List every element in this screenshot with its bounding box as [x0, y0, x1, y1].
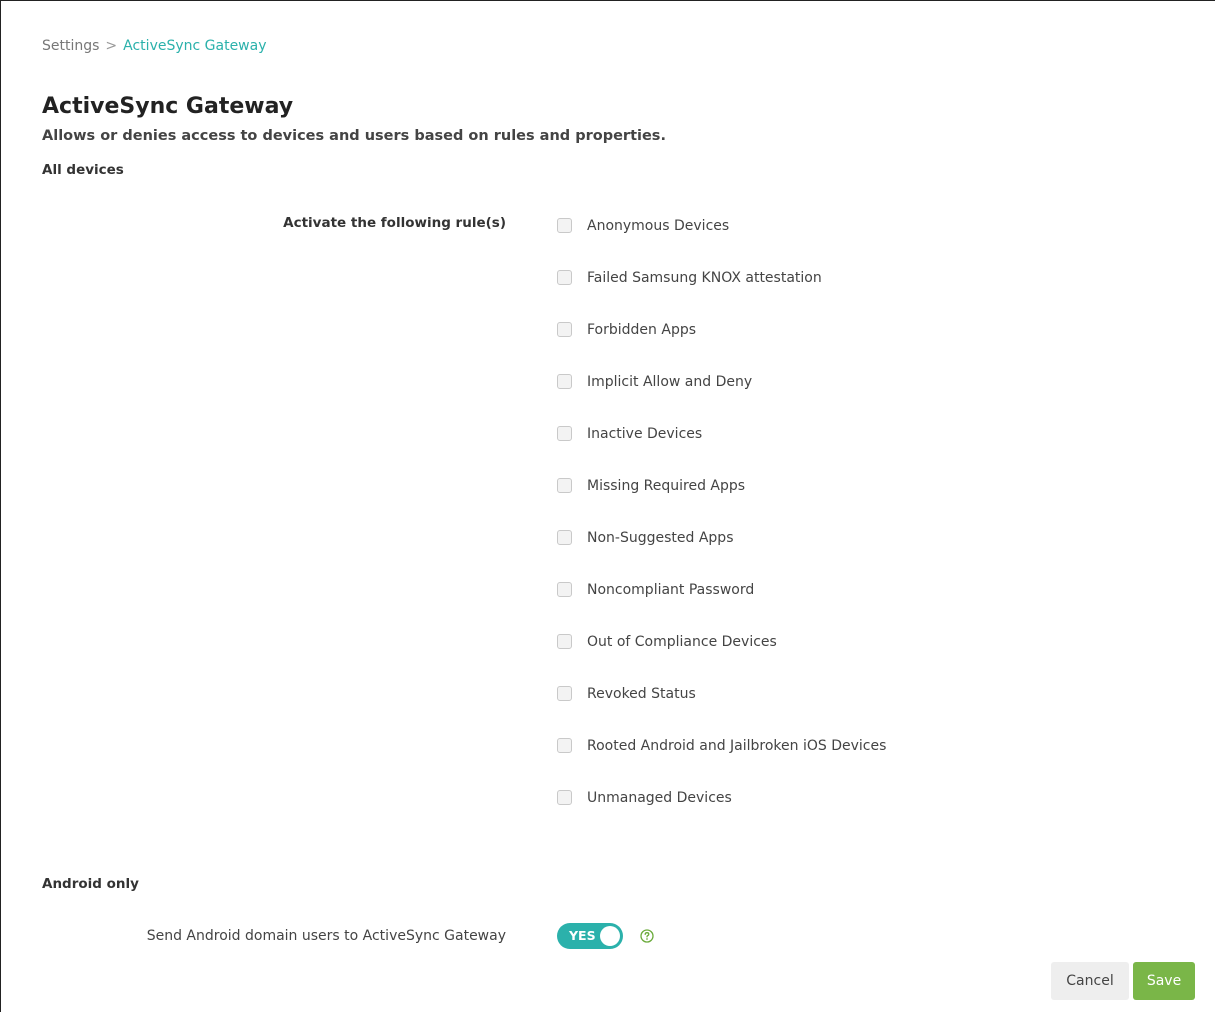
rule-label: Inactive Devices: [587, 426, 703, 442]
question-circle-icon[interactable]: [640, 929, 654, 943]
rule-rooted-android-jailbroken-ios[interactable]: Rooted Android and Jailbroken iOS Device…: [557, 737, 886, 789]
rule-label: Rooted Android and Jailbroken iOS Device…: [587, 738, 887, 754]
page-title: ActiveSync Gateway: [42, 94, 294, 119]
rule-label: Unmanaged Devices: [587, 790, 732, 806]
page-frame: Settings > ActiveSync Gateway ActiveSync G…: [0, 0, 1215, 1012]
rule-label: Missing Required Apps: [587, 478, 746, 494]
toggle-state-text: YES: [569, 928, 596, 943]
rule-failed-samsung-knox-attestation[interactable]: Failed Samsung KNOX attestation: [557, 269, 886, 321]
rule-label: Anonymous Devices: [587, 218, 730, 234]
rule-checkbox[interactable]: [557, 322, 572, 337]
rule-implicit-allow-and-deny[interactable]: Implicit Allow and Deny: [557, 373, 886, 425]
rules-label: Activate the following rule(s): [283, 215, 506, 231]
rule-label: Implicit Allow and Deny: [587, 374, 753, 390]
toggle-knob: [600, 926, 620, 946]
rule-inactive-devices[interactable]: Inactive Devices: [557, 425, 886, 477]
rule-checkbox[interactable]: [557, 218, 572, 233]
rule-label: Forbidden Apps: [587, 322, 697, 338]
rule-checkbox[interactable]: [557, 738, 572, 753]
send-domain-users-toggle[interactable]: YES: [557, 923, 623, 949]
rule-label: Revoked Status: [587, 686, 696, 702]
rule-label: Failed Samsung KNOX attestation: [587, 270, 822, 286]
rule-checkbox[interactable]: [557, 790, 572, 805]
breadcrumb-separator: >: [105, 38, 118, 54]
breadcrumb: Settings > ActiveSync Gateway: [42, 37, 267, 55]
rule-revoked-status[interactable]: Revoked Status: [557, 685, 886, 737]
rule-checkbox[interactable]: [557, 634, 572, 649]
rule-unmanaged-devices[interactable]: Unmanaged Devices: [557, 789, 886, 841]
android-only-heading: Android only: [42, 876, 139, 892]
rule-forbidden-apps[interactable]: Forbidden Apps: [557, 321, 886, 373]
all-devices-heading: All devices: [42, 162, 124, 178]
page-description: Allows or denies access to devices and u…: [42, 128, 666, 144]
rule-checkbox[interactable]: [557, 530, 572, 545]
send-domain-users-label: Send Android domain users to ActiveSync …: [146, 928, 506, 944]
rule-label: Non-Suggested Apps: [587, 530, 734, 546]
rule-checkbox[interactable]: [557, 374, 572, 389]
rule-missing-required-apps[interactable]: Missing Required Apps: [557, 477, 886, 529]
breadcrumb-current: ActiveSync Gateway: [123, 38, 267, 54]
rule-label: Noncompliant Password: [587, 582, 755, 598]
rule-checkbox[interactable]: [557, 686, 572, 701]
rule-checkbox[interactable]: [557, 478, 572, 493]
rule-checkbox[interactable]: [557, 426, 572, 441]
rule-list: Anonymous Devices Failed Samsung KNOX at…: [557, 217, 886, 841]
rule-out-of-compliance-devices[interactable]: Out of Compliance Devices: [557, 633, 886, 685]
breadcrumb-settings-link[interactable]: Settings: [42, 38, 99, 54]
rule-checkbox[interactable]: [557, 582, 572, 597]
rule-label: Out of Compliance Devices: [587, 634, 777, 650]
cancel-button[interactable]: Cancel: [1051, 962, 1129, 1000]
rule-anonymous-devices[interactable]: Anonymous Devices: [557, 217, 886, 269]
rule-non-suggested-apps[interactable]: Non-Suggested Apps: [557, 529, 886, 581]
rule-checkbox[interactable]: [557, 270, 572, 285]
rule-noncompliant-password[interactable]: Noncompliant Password: [557, 581, 886, 633]
save-button[interactable]: Save: [1133, 962, 1195, 1000]
